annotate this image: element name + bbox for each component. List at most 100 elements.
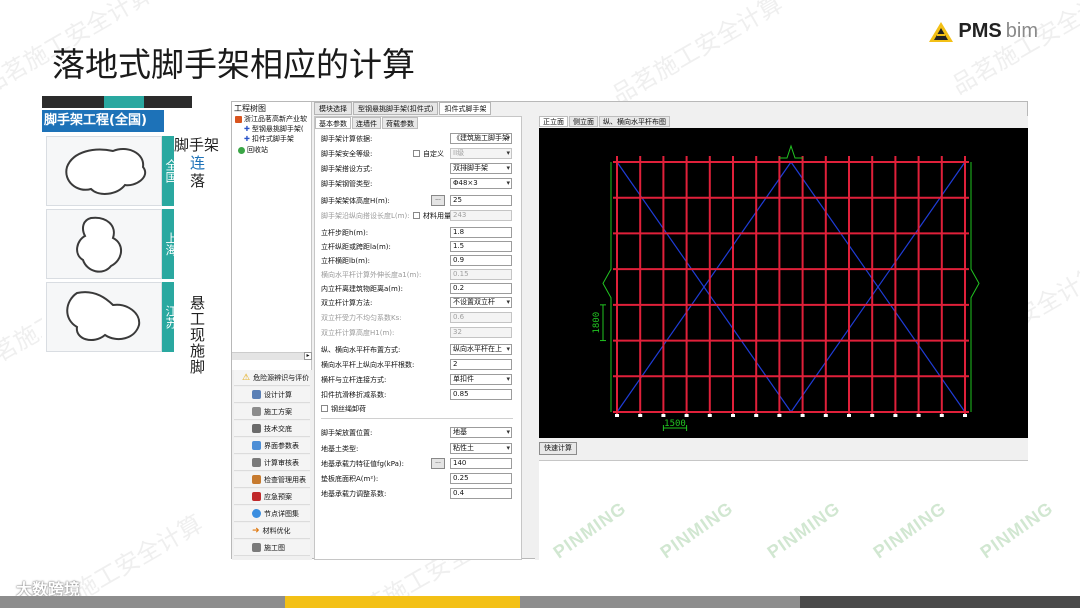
grid-icon (252, 458, 261, 467)
total-height-input[interactable]: 25 (450, 195, 512, 206)
param-double-pole: 双立杆计算方法: 不设置双立杆 (321, 297, 521, 309)
custom-checkbox[interactable] (413, 150, 420, 157)
base-plate (638, 414, 643, 417)
tree-scrollbar[interactable] (232, 352, 308, 360)
project-tree-title: 工程树图 (234, 104, 266, 113)
tube-length-input[interactable]: 243 (450, 210, 512, 221)
nav-item-check[interactable]: 检查管理用表 (234, 472, 310, 488)
nav-item-design-calc[interactable]: 设计计算 (234, 387, 310, 403)
shanghai-map-icon (76, 216, 122, 273)
home-icon (235, 115, 242, 123)
base-plate (731, 414, 735, 417)
base-plate (870, 414, 875, 417)
param-step: 立杆步距h(m): 1.8 (321, 227, 521, 239)
soil-type-select[interactable]: 粘性土 (450, 443, 512, 454)
break-line-left (602, 162, 612, 412)
strip-gray (0, 596, 285, 608)
tree-item-fastener[interactable]: ✚ 扣件式脚手架 (244, 134, 294, 144)
parameter-panel: 基本参数 连墙件 荷载参数 脚手架计算依据:《建筑施工脚手架 脚手架安全等级:自… (314, 116, 522, 560)
param-connect-mode: 横杆与立杆连接方式: 单扣件 (321, 374, 521, 386)
tree-item-project[interactable]: 浙江品茗高新产业软 (235, 114, 307, 124)
fast-calc-button[interactable]: 快速计算 (539, 442, 577, 455)
long-spacing-input[interactable]: 1.5 (450, 241, 512, 252)
base-pos-select[interactable]: 地基 (450, 427, 512, 438)
slip-coeff-input[interactable]: 0.85 (450, 389, 512, 400)
base-plate (754, 414, 759, 417)
bearing-input[interactable]: 140 (450, 458, 512, 469)
tab-horizontal-layout[interactable]: 纵、横向水平杆布图 (599, 116, 670, 127)
cross-ext-input[interactable]: 0.15 (450, 269, 512, 280)
nav-item-emergency[interactable]: 应急预案 (234, 489, 310, 505)
tab-basic-params[interactable]: 基本参数 (315, 117, 351, 129)
nav-item-review[interactable]: 计算审核表 (234, 455, 310, 471)
base-plate (893, 414, 898, 417)
bottom-color-strip (0, 596, 1080, 608)
bg-tree-line: 脚 (190, 358, 206, 376)
double-height-input[interactable]: 32 (450, 327, 512, 338)
tab-cantilever[interactable]: 型钢悬挑脚手架(扣件式) (353, 102, 439, 115)
cross-spacing-input[interactable]: 0.9 (450, 255, 512, 266)
param-total-height: 脚手架架体高度H(m): ··· 25 (321, 195, 521, 207)
tab-front-elevation[interactable]: 正立面 (539, 116, 568, 127)
region-card-national[interactable] (46, 136, 162, 206)
param-inner-dist: 内立杆离建筑物距离a(m): 0.2 (321, 283, 521, 295)
nav-item-tech[interactable]: 技术交底 (234, 421, 310, 437)
ellipsis-button[interactable]: ··· (431, 458, 445, 469)
tab-module-select[interactable]: 模块选择 (314, 102, 352, 115)
nav-item-plan[interactable]: 施工方案 (234, 404, 310, 420)
tube-type-select[interactable]: Φ48×3 (450, 178, 512, 189)
logo-sub: bim (1005, 20, 1038, 42)
tree-item-recycle[interactable]: 回收站 (238, 145, 268, 155)
param-cross-ext: 横向水平杆计算外伸长度a1(m): 0.15 (321, 269, 521, 281)
logo: PMS bim (928, 20, 1038, 43)
region-card-jiangsu[interactable] (46, 282, 162, 352)
tab-fastener-scaffold[interactable]: 扣件式脚手架 (439, 102, 492, 115)
nav-item-drawing[interactable]: 施工图 (234, 540, 310, 556)
separator (321, 418, 513, 419)
param-soil-type: 地基土类型: 粘性土 (321, 443, 521, 455)
horizontal-count-input[interactable]: 2 (450, 359, 512, 370)
horizontal-layout-select[interactable]: 纵向水平杆在上 (450, 344, 512, 355)
bg-app-header: 脚手架工程(全国) (42, 110, 164, 132)
calc-basis-select[interactable]: 《建筑施工脚手架 (450, 133, 512, 144)
adjust-coeff-input[interactable]: 0.4 (450, 488, 512, 499)
project-tree-panel: 工程树图 浙江品茗高新产业软 ✚ 型钢悬挑脚手架( ✚ 扣件式脚手架 回收站 ▸ (232, 102, 312, 372)
tab-wall-ties[interactable]: 连墙件 (352, 117, 381, 129)
tab-load-params[interactable]: 荷载参数 (382, 117, 418, 129)
background-app: 脚手架工程(全国) 全国 上海 江苏 脚手架 连 落 悬 工 现 施 脚 (42, 96, 234, 508)
connect-mode-select[interactable]: 单扣件 (450, 374, 512, 385)
break-line-top (779, 144, 803, 159)
base-plate (707, 414, 712, 417)
elevation-canvas[interactable]: 1800 1500 (539, 128, 1028, 438)
pad-area-input[interactable]: 0.25 (450, 473, 512, 484)
module-tabs: 模块选择 型钢悬挑脚手架(扣件式) 扣件式脚手架 (314, 102, 492, 115)
region-card-shanghai[interactable] (46, 209, 162, 279)
param-tabs: 基本参数 连墙件 荷载参数 (315, 117, 418, 129)
table-icon (252, 441, 261, 450)
dimension-label-vertical: 1800 (592, 312, 602, 334)
double-pole-select[interactable]: 不设置双立杆 (450, 297, 512, 308)
steel-cap-checkbox[interactable] (321, 405, 328, 412)
nav-item-material[interactable]: ➜ 材料优化 (234, 523, 310, 539)
step-input[interactable]: 1.8 (450, 227, 512, 238)
handshake-icon (252, 424, 261, 433)
double-ratio-input[interactable]: 0.6 (450, 312, 512, 323)
drawing-icon (252, 543, 261, 552)
ellipsis-button[interactable]: ··· (431, 195, 445, 206)
material-checkbox[interactable] (413, 212, 420, 219)
param-double-height: 双立杆计算高度H1(m): 32 (321, 327, 521, 339)
tree-item-cantilever[interactable]: ✚ 型钢悬挑脚手架( (244, 124, 304, 134)
scroll-right-icon[interactable]: ▸ (304, 352, 312, 360)
bg-tree-line: 落 (190, 172, 206, 190)
scaffold-drawing: 1800 1500 (592, 144, 980, 431)
inner-dist-input[interactable]: 0.2 (450, 283, 512, 294)
nav-item-nodes[interactable]: 节点详图集 (234, 506, 310, 522)
nav-item-params[interactable]: 界面参数表 (234, 438, 310, 454)
tab-side-elevation[interactable]: 侧立面 (569, 116, 598, 127)
plus-icon: ✚ (244, 125, 250, 133)
base-plate (777, 414, 782, 417)
safety-grade-select[interactable]: II级 (450, 148, 512, 159)
nav-item-risk[interactable]: ⚠ 危险源辨识与评价 (234, 370, 310, 386)
erect-mode-select[interactable]: 双排脚手架 (450, 163, 512, 174)
param-tube-length: 脚手架沿纵向搭设长度L(m): 材料用量 243 (321, 210, 521, 222)
